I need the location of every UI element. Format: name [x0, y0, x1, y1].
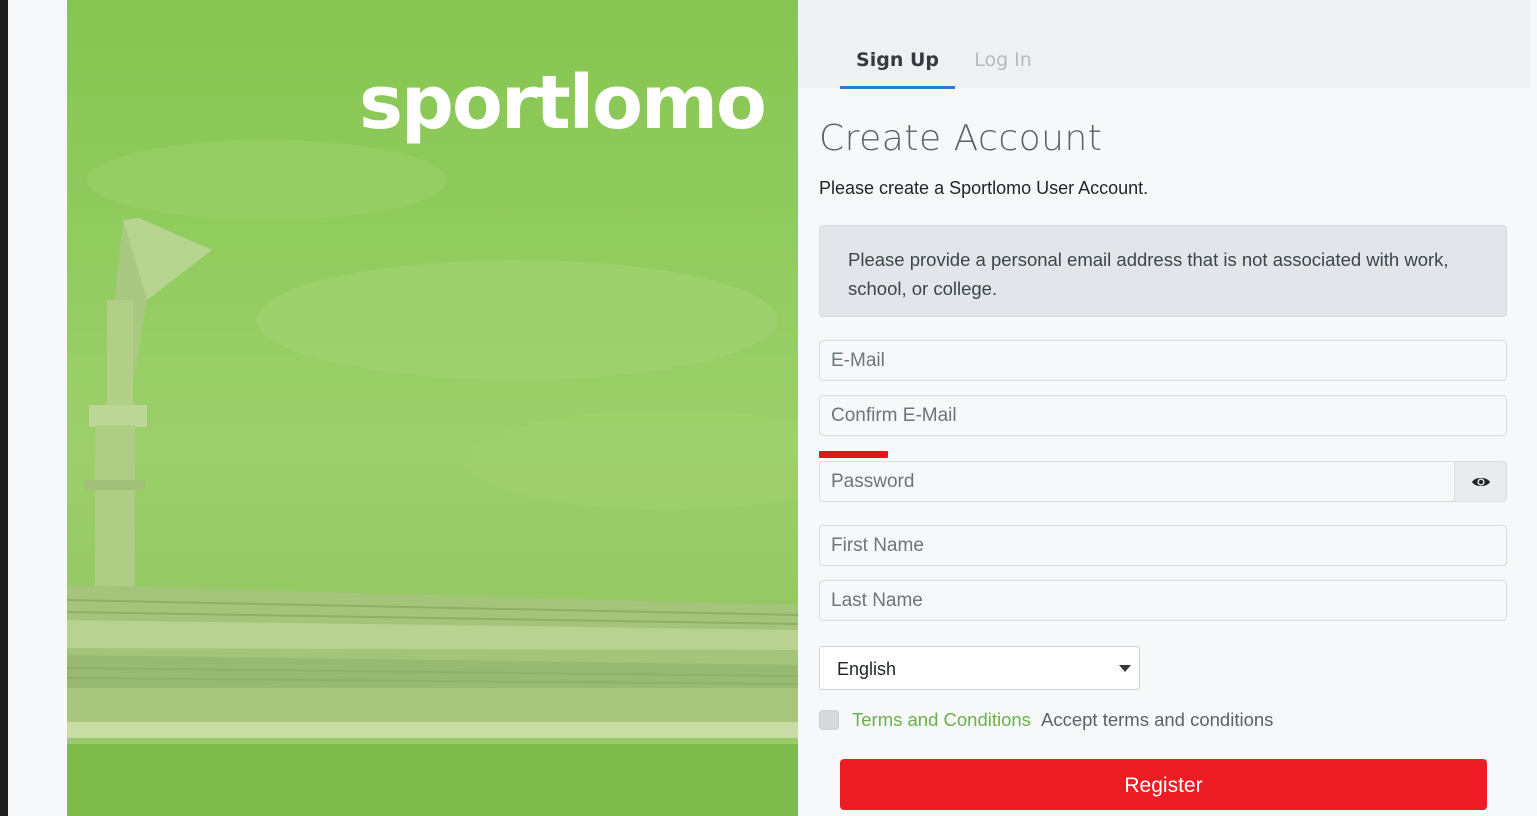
- email-notice: Please provide a personal email address …: [819, 225, 1507, 317]
- language-select[interactable]: English: [819, 646, 1140, 690]
- eye-icon: [1471, 477, 1490, 486]
- last-name-field[interactable]: [819, 580, 1507, 621]
- password-group: [819, 461, 1507, 502]
- tab-log-in[interactable]: Log In: [963, 46, 1043, 86]
- register-button[interactable]: Register: [840, 759, 1487, 810]
- tab-sign-up[interactable]: Sign Up: [840, 46, 955, 89]
- tab-bar: Sign Up Log In: [799, 0, 1530, 89]
- terms-checkbox[interactable]: [819, 710, 839, 730]
- language-select-value: English: [837, 659, 897, 679]
- terms-link[interactable]: Terms and Conditions: [852, 708, 1031, 732]
- signup-panel: Sign Up Log In Create Account Please cre…: [799, 0, 1530, 816]
- hero-image: sportlomo: [67, 0, 798, 816]
- show-password-button[interactable]: [1454, 461, 1507, 502]
- page-subtitle: Please create a Sportlomo User Account.: [819, 178, 1149, 198]
- password-strength-bar: [819, 451, 888, 458]
- sportlomo-logo: sportlomo: [359, 60, 767, 146]
- email-field[interactable]: [819, 340, 1507, 381]
- page-title: Create Account: [819, 118, 1103, 159]
- password-field[interactable]: [819, 461, 1455, 502]
- first-name-field[interactable]: [819, 525, 1507, 566]
- terms-label: Accept terms and conditions: [1041, 709, 1274, 730]
- confirm-email-field[interactable]: [819, 395, 1507, 436]
- caret-down-icon: [1119, 665, 1131, 672]
